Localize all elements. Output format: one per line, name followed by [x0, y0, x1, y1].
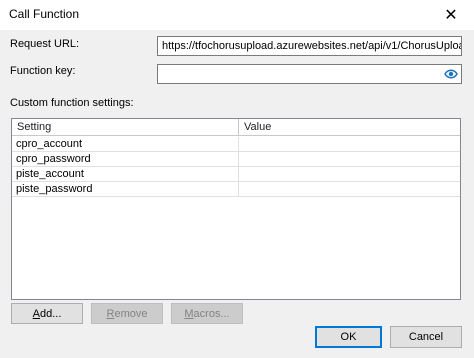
remove-accelerator: R — [106, 307, 115, 320]
cancel-button[interactable]: Cancel — [390, 326, 462, 348]
dialog-body: Request URL: https://tfochorusupload.azu… — [0, 30, 474, 358]
request-url-label: Request URL: — [10, 38, 80, 50]
custom-settings-label: Custom function settings: — [10, 97, 134, 109]
value-cell[interactable] — [239, 137, 460, 152]
add-label: dd... — [39, 307, 62, 320]
column-header-value[interactable]: Value — [239, 119, 460, 136]
macros-button[interactable]: Macros... — [171, 303, 243, 324]
title-bar: Call Function ✕ — [0, 0, 474, 30]
macros-accelerator: M — [184, 307, 194, 320]
request-url-input[interactable]: https://tfochorusupload.azurewebsites.ne… — [157, 36, 462, 56]
setting-cell[interactable]: cpro_account — [12, 137, 239, 152]
table-row[interactable]: cpro_password — [12, 152, 460, 167]
column-header-setting[interactable]: Setting — [12, 119, 239, 136]
setting-cell[interactable]: piste_account — [12, 167, 239, 182]
close-button[interactable]: ✕ — [428, 0, 474, 30]
table-row[interactable]: piste_account — [12, 167, 460, 182]
eye-icon[interactable] — [444, 68, 458, 80]
remove-button[interactable]: Remove — [91, 303, 163, 324]
value-cell[interactable] — [239, 167, 460, 182]
function-key-label: Function key: — [10, 65, 76, 77]
add-accelerator: A — [32, 307, 40, 320]
table-row[interactable]: piste_password — [12, 182, 460, 197]
settings-grid[interactable]: Setting Value cpro_account cpro_password… — [11, 118, 461, 300]
table-row[interactable]: cpro_account — [12, 137, 460, 152]
value-cell[interactable] — [239, 182, 460, 197]
function-key-input[interactable] — [157, 64, 462, 84]
value-cell[interactable] — [239, 152, 460, 167]
setting-cell[interactable]: piste_password — [12, 182, 239, 197]
add-button[interactable]: Add... — [11, 303, 83, 324]
close-icon: ✕ — [444, 7, 458, 24]
grid-header: Setting Value — [12, 119, 460, 136]
ok-button[interactable]: OK — [315, 326, 382, 348]
remove-label: emove — [114, 307, 148, 320]
window-title: Call Function — [9, 7, 80, 21]
setting-cell[interactable]: cpro_password — [12, 152, 239, 167]
macros-label: acros... — [193, 307, 230, 320]
